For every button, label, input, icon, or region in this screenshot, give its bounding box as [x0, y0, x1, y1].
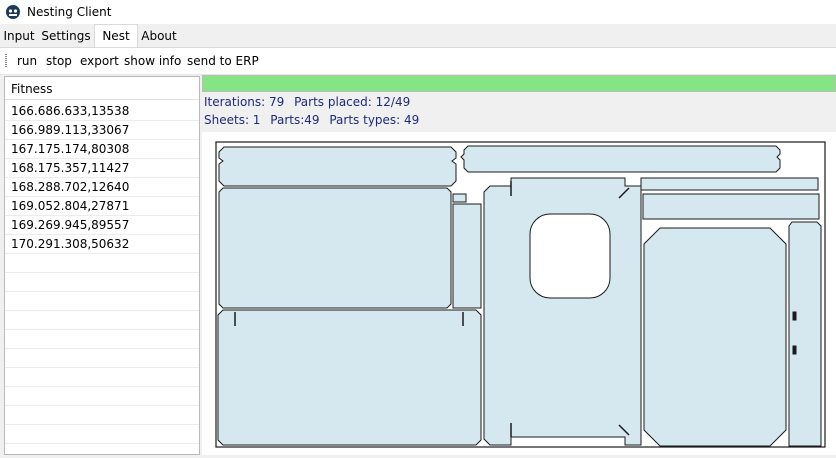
nested-part[interactable]	[217, 309, 482, 446]
iterations-label: Iterations: 79	[204, 95, 285, 109]
fitness-row-empty	[5, 406, 199, 425]
fitness-row[interactable]: 166.686.633,13538	[5, 102, 199, 121]
tab-settings[interactable]: Settings	[38, 27, 94, 46]
fitness-row-empty	[5, 349, 199, 368]
nested-part[interactable]	[640, 177, 819, 191]
toolbar: run stop export show info send to ERP	[0, 48, 836, 75]
fitness-row-empty	[5, 311, 199, 330]
nested-part[interactable]	[218, 146, 457, 187]
fitness-list[interactable]: Fitness 166.686.633,13538 166.989.113,33…	[4, 76, 200, 455]
fitness-row[interactable]: 170.291.308,50632	[5, 235, 199, 254]
part-types-label: Parts types: 49	[329, 113, 420, 127]
stop-button[interactable]: stop	[46, 54, 72, 68]
nested-part[interactable]	[643, 227, 787, 447]
run-button[interactable]: run	[17, 54, 37, 68]
fitness-row-empty	[5, 425, 199, 444]
fitness-row-empty	[5, 387, 199, 406]
fitness-value: 166.686.633,13538	[11, 104, 130, 118]
fitness-value: 167.175.174,80308	[11, 142, 130, 156]
fitness-row-empty	[5, 273, 199, 292]
fitness-row-empty	[5, 292, 199, 311]
parts-label: Parts:49	[270, 113, 320, 127]
fitness-row-empty	[5, 330, 199, 349]
show-info-button[interactable]: show info	[124, 54, 181, 68]
part-slot	[792, 345, 797, 355]
fitness-row[interactable]: 169.269.945,89557	[5, 216, 199, 235]
fitness-row[interactable]: 168.288.702,12640	[5, 178, 199, 197]
fitness-value: 170.291.308,50632	[11, 237, 130, 251]
nested-part[interactable]	[460, 145, 781, 173]
nested-part[interactable]	[218, 187, 452, 309]
app-icon	[6, 5, 20, 19]
parts-placed-label: Parts placed: 12/49	[294, 95, 411, 109]
fitness-value: 169.052.804,27871	[11, 199, 130, 213]
fitness-row[interactable]: 168.175.357,11427	[5, 159, 199, 178]
nest-canvas[interactable]	[202, 132, 836, 455]
fitness-row-empty	[5, 254, 199, 273]
nest-stats-line-1: Iterations: 79 Parts placed: 12/49	[204, 95, 416, 109]
nested-part[interactable]	[642, 193, 820, 220]
fitness-row[interactable]: 166.989.113,33067	[5, 121, 199, 140]
fitness-row-empty	[5, 368, 199, 387]
fitness-row[interactable]: 169.052.804,27871	[5, 197, 199, 216]
tab-input[interactable]: Input	[0, 27, 38, 46]
part-slot	[792, 311, 797, 321]
nested-part[interactable]	[788, 221, 822, 447]
nest-progress-bar	[202, 75, 836, 92]
fitness-value: 169.269.945,89557	[11, 218, 130, 232]
send-to-erp-button[interactable]: send to ERP	[187, 54, 259, 68]
sheets-label: Sheets: 1	[204, 113, 261, 127]
window-title: Nesting Client	[27, 5, 112, 19]
fitness-row[interactable]: 167.175.174,80308	[5, 140, 199, 159]
title-bar: Nesting Client	[0, 0, 836, 24]
sheet-preview[interactable]	[202, 132, 836, 455]
fitness-value: 166.989.113,33067	[11, 123, 130, 137]
nested-part[interactable]	[452, 193, 467, 203]
part-cutout	[529, 213, 611, 299]
fitness-value: 168.288.702,12640	[11, 180, 130, 194]
progress-fill	[203, 76, 835, 91]
tab-about[interactable]: About	[138, 27, 180, 46]
nested-part[interactable]	[452, 203, 482, 309]
fitness-column-header[interactable]: Fitness	[5, 77, 199, 100]
export-button[interactable]: export	[80, 54, 119, 68]
fitness-header-label: Fitness	[11, 82, 53, 96]
tab-bar: Input Settings Nest About	[0, 24, 836, 48]
tab-nest[interactable]: Nest	[94, 24, 138, 47]
nest-stats-line-2: Sheets: 1 Parts:49 Parts types: 49	[204, 113, 425, 127]
fitness-value: 168.175.357,11427	[11, 161, 130, 175]
toolbar-grip[interactable]	[5, 54, 7, 68]
